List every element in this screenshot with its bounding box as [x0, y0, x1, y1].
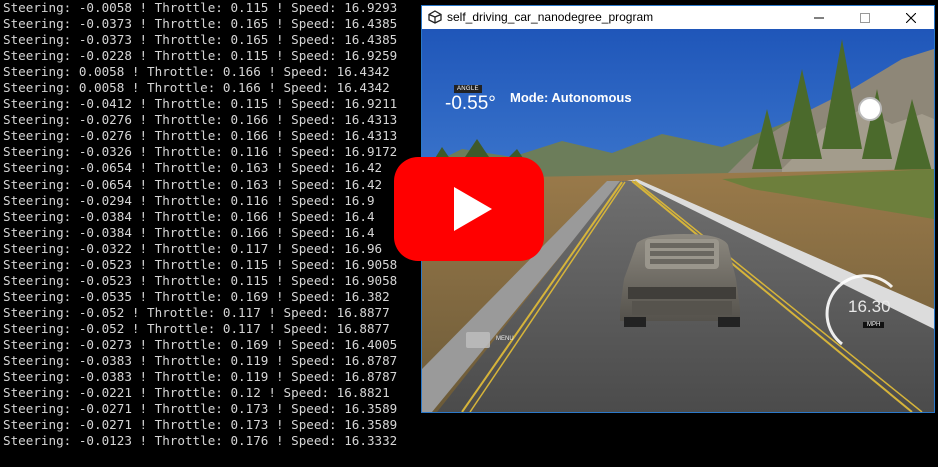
menu-button[interactable] — [466, 332, 490, 348]
console-line: Steering: -0.0228 ! Throttle: 0.115 ! Sp… — [3, 48, 398, 64]
console-line: Steering: -0.0271 ! Throttle: 0.173 ! Sp… — [3, 401, 398, 417]
console-line: Steering: -0.0294 ! Throttle: 0.116 ! Sp… — [3, 192, 375, 208]
console-line: Steering: -0.0276 ! Throttle: 0.166 ! Sp… — [3, 112, 398, 128]
console-line: Steering: -0.0523 ! Throttle: 0.115 ! Sp… — [3, 256, 398, 272]
console-line: Steering: -0.0523 ! Throttle: 0.115 ! Sp… — [3, 272, 398, 288]
console-line: Steering: 0.0058 ! Throttle: 0.166 ! Spe… — [3, 80, 390, 96]
console-line: Steering: -0.0373 ! Throttle: 0.165 ! Sp… — [3, 16, 398, 32]
console-line: Steering: 0.0058 ! Throttle: 0.166 ! Spe… — [3, 64, 390, 80]
angle-tag: ANGLE — [454, 85, 482, 93]
window-titlebar[interactable]: self_driving_car_nanodegree_program — [422, 6, 934, 29]
console-line: Steering: -0.0383 ! Throttle: 0.119 ! Sp… — [3, 353, 398, 369]
minimize-icon — [814, 17, 824, 18]
console-line: Steering: -0.0384 ! Throttle: 0.166 ! Sp… — [3, 208, 375, 224]
console-output: Steering: -0.0058 ! Throttle: 0.115 ! Sp… — [3, 0, 397, 449]
car-model — [620, 234, 740, 327]
console-line: Steering: -0.052 ! Throttle: 0.117 ! Spe… — [3, 304, 390, 320]
maximize-button[interactable] — [842, 6, 888, 29]
minimize-button[interactable] — [796, 6, 842, 29]
mode-label: Mode: Autonomous — [510, 90, 632, 105]
console-line: Steering: -0.0654 ! Throttle: 0.163 ! Sp… — [3, 160, 383, 176]
console-line: Steering: -0.0123 ! Throttle: 0.176 ! Sp… — [3, 433, 398, 449]
maximize-icon — [860, 12, 870, 23]
console-line: Steering: -0.0322 ! Throttle: 0.117 ! Sp… — [3, 240, 383, 256]
close-button[interactable] — [888, 6, 934, 29]
youtube-play-button[interactable] — [394, 157, 544, 261]
console-line: Steering: -0.0276 ! Throttle: 0.166 ! Sp… — [3, 128, 398, 144]
speed-unit-tag: MPH — [863, 322, 885, 328]
console-line: Steering: -0.0412 ! Throttle: 0.115 ! Sp… — [3, 96, 398, 112]
console-line: Steering: -0.0535 ! Throttle: 0.169 ! Sp… — [3, 288, 390, 304]
speed-value: 16.30 — [848, 297, 891, 316]
close-icon — [906, 12, 916, 23]
unity-icon — [428, 10, 442, 24]
window-title: self_driving_car_nanodegree_program — [447, 10, 654, 24]
console-line: Steering: -0.0221 ! Throttle: 0.12 ! Spe… — [3, 385, 390, 401]
console-line: Steering: -0.0271 ! Throttle: 0.173 ! Sp… — [3, 417, 398, 433]
console-line: Steering: -0.0058 ! Throttle: 0.115 ! Sp… — [3, 0, 398, 15]
record-button[interactable] — [858, 97, 882, 121]
menu-label: MENU — [496, 336, 514, 342]
console-line: Steering: -0.0383 ! Throttle: 0.119 ! Sp… — [3, 369, 398, 385]
console-line: Steering: -0.0326 ! Throttle: 0.116 ! Sp… — [3, 144, 398, 160]
console-line: Steering: -0.0273 ! Throttle: 0.169 ! Sp… — [3, 336, 398, 352]
console-line: Steering: -0.0654 ! Throttle: 0.163 ! Sp… — [3, 176, 383, 192]
steering-angle-value: -0.55° — [445, 93, 496, 114]
console-line: Steering: -0.0373 ! Throttle: 0.165 ! Sp… — [3, 32, 398, 48]
console-line: Steering: -0.0384 ! Throttle: 0.166 ! Sp… — [3, 224, 375, 240]
console-line: Steering: -0.052 ! Throttle: 0.117 ! Spe… — [3, 320, 390, 336]
